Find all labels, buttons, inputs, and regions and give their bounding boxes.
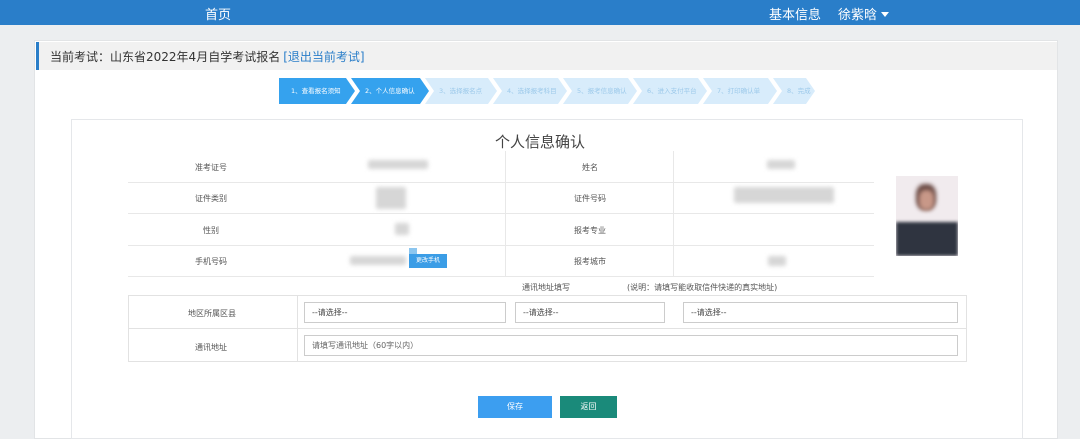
address-note: (说明：请填写能收取信件快递的真实地址) (627, 283, 778, 292)
province-select[interactable]: --请选择-- (304, 302, 506, 323)
phone-label: 手机号码 (195, 257, 227, 266)
current-exam-prefix: 当前考试： (50, 50, 111, 64)
name-label: 姓名 (582, 163, 598, 172)
divider (297, 296, 298, 361)
divider (128, 182, 874, 183)
divider (128, 276, 874, 277)
back-button[interactable]: 返回 (560, 396, 617, 418)
address-label: 通讯地址 (195, 343, 227, 352)
current-exam-text: 当前考试：山东省2022年4月自学考试报名 [退出当前考试] (50, 48, 365, 65)
basic-info-link[interactable]: 基本信息 (769, 4, 821, 23)
address-section-label: 通讯地址填写 (522, 283, 570, 292)
city-value (768, 256, 786, 266)
divider (673, 151, 674, 276)
phone-value (350, 256, 406, 265)
divider (128, 245, 874, 246)
exit-exam-link[interactable]: [退出当前考试] (283, 50, 364, 64)
divider (505, 151, 506, 276)
step-2: 2、个人信息确认 (351, 78, 429, 104)
current-exam-bar: 当前考试：山东省2022年4月自学考试报名 [退出当前考试] (36, 42, 1057, 70)
step-4: 4、选择报考科目 (493, 78, 567, 104)
gender-label: 性别 (203, 226, 219, 235)
gender-value (395, 223, 409, 235)
admission-no-value (368, 160, 428, 169)
id-type-label: 证件类别 (195, 194, 227, 203)
admission-no-label: 准考证号 (195, 163, 227, 172)
top-nav-bar: 首页 基本信息 徐紫晗 (0, 0, 1080, 25)
save-button[interactable]: 保存 (478, 396, 552, 418)
address-input[interactable]: 请填写通讯地址（60字以内） (304, 335, 958, 356)
id-type-value (376, 187, 406, 209)
photo-face (919, 190, 934, 210)
step-7: 7、打印确认单 (703, 78, 777, 104)
id-no-label: 证件号码 (574, 194, 606, 203)
city-select[interactable]: --请选择-- (515, 302, 665, 323)
step-3: 3、选择报名点 (425, 78, 497, 104)
user-menu[interactable]: 徐紫晗 (838, 4, 890, 23)
change-phone-button[interactable]: 更改手机 (409, 254, 447, 268)
id-no-value (734, 187, 834, 203)
current-exam-name: 山东省2022年4月自学考试报名 (110, 50, 281, 64)
home-link[interactable]: 首页 (205, 4, 231, 23)
district-select[interactable]: --请选择-- (683, 302, 958, 323)
name-value (767, 160, 795, 169)
user-name: 徐紫晗 (838, 8, 878, 23)
step-1: 1、查看报名须知 (279, 78, 355, 104)
divider (128, 213, 874, 214)
divider (129, 328, 966, 329)
city-label: 报考城市 (574, 257, 606, 266)
step-6: 6、进入支付平台 (633, 78, 707, 104)
page-title: 个人信息确认 (494, 133, 585, 151)
step-5: 5、报考信息确认 (563, 78, 637, 104)
chevron-down-icon (881, 12, 890, 17)
major-label: 报考专业 (574, 226, 606, 235)
photo-body (896, 222, 958, 256)
region-label: 地区所属区县 (188, 309, 236, 318)
candidate-photo (896, 176, 958, 256)
